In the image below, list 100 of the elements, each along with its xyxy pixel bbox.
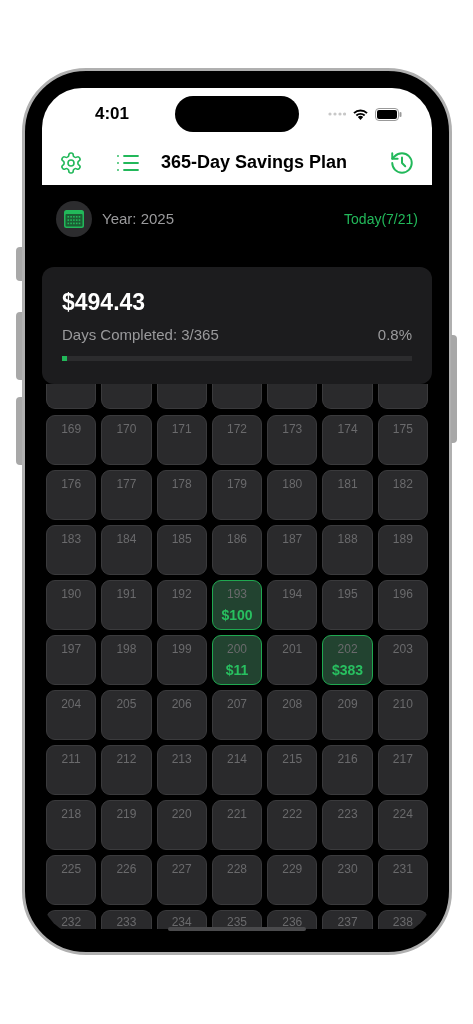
day-cell[interactable]: 185 xyxy=(156,525,207,575)
day-cell[interactable]: 190 xyxy=(46,580,97,630)
day-cell[interactable]: 228 xyxy=(211,855,263,905)
day-cell[interactable]: 226 xyxy=(101,855,152,905)
day-cell[interactable]: 225 xyxy=(46,855,97,905)
day-cell[interactable]: 231 xyxy=(377,855,428,905)
day-number: 198 xyxy=(116,642,137,656)
day-cell[interactable]: 217 xyxy=(377,745,428,795)
day-cell[interactable]: 215 xyxy=(267,745,318,795)
day-cell[interactable] xyxy=(101,384,152,409)
day-cell[interactable]: 213 xyxy=(156,745,207,795)
day-number: 171 xyxy=(171,422,192,436)
day-cell[interactable]: 175 xyxy=(377,415,428,465)
day-cell[interactable]: 224 xyxy=(377,800,428,850)
day-cell[interactable]: 232 xyxy=(46,910,97,929)
day-cell[interactable]: 221 xyxy=(211,800,263,850)
day-cell[interactable]: 238 xyxy=(377,910,428,929)
day-cell[interactable]: 205 xyxy=(101,690,152,740)
day-cell[interactable]: 211 xyxy=(46,745,97,795)
day-number: 225 xyxy=(61,862,82,876)
day-cell[interactable]: 194 xyxy=(267,580,318,630)
day-cell[interactable]: 203 xyxy=(377,635,428,685)
day-number: 190 xyxy=(61,587,82,601)
day-number: 173 xyxy=(282,422,303,436)
day-cell[interactable]: 181 xyxy=(322,470,373,520)
day-cell[interactable]: 171 xyxy=(156,415,207,465)
day-cell[interactable]: 179 xyxy=(211,470,263,520)
day-cell[interactable]: 178 xyxy=(156,470,207,520)
day-cell[interactable]: 170 xyxy=(101,415,152,465)
day-cell[interactable]: 180 xyxy=(267,470,318,520)
day-number: 218 xyxy=(61,807,82,821)
day-cell[interactable] xyxy=(46,384,97,409)
day-number: 169 xyxy=(61,422,82,436)
day-cell[interactable]: 197 xyxy=(46,635,97,685)
day-cell[interactable]: 208 xyxy=(267,690,318,740)
day-cell[interactable] xyxy=(267,384,318,409)
day-cell[interactable]: 223 xyxy=(322,800,373,850)
day-number: 213 xyxy=(171,752,192,766)
day-cell[interactable]: 219 xyxy=(101,800,152,850)
day-number: 229 xyxy=(282,862,303,876)
day-cell[interactable]: 220 xyxy=(156,800,207,850)
day-cell[interactable]: 183 xyxy=(46,525,97,575)
day-cell[interactable] xyxy=(211,384,263,409)
day-cell[interactable]: 177 xyxy=(101,470,152,520)
day-cell[interactable]: 234 xyxy=(156,910,207,929)
day-cell[interactable]: 187 xyxy=(267,525,318,575)
day-cell[interactable]: 173 xyxy=(267,415,318,465)
day-cell[interactable]: 196 xyxy=(377,580,428,630)
day-cell[interactable]: 207 xyxy=(211,690,263,740)
day-cell[interactable]: 174 xyxy=(322,415,373,465)
day-cell[interactable]: 212 xyxy=(101,745,152,795)
day-number: 222 xyxy=(282,807,303,821)
day-cell[interactable]: 229 xyxy=(267,855,318,905)
day-cell[interactable]: 227 xyxy=(156,855,207,905)
day-cell[interactable]: 201 xyxy=(267,635,318,685)
day-cell[interactable]: 237 xyxy=(322,910,373,929)
today-link[interactable]: Today(7/21) xyxy=(344,208,418,230)
day-cell[interactable]: 176 xyxy=(46,470,97,520)
day-cell[interactable]: 193 $100 xyxy=(211,580,263,630)
day-cell[interactable]: 209 xyxy=(322,690,373,740)
day-cell[interactable] xyxy=(377,384,428,409)
day-number: 211 xyxy=(61,752,81,766)
day-cell[interactable]: 222 xyxy=(267,800,318,850)
day-cell[interactable]: 172 xyxy=(211,415,263,465)
day-cell[interactable]: 218 xyxy=(46,800,97,850)
day-cell[interactable]: 169 xyxy=(46,415,97,465)
day-cell[interactable]: 182 xyxy=(377,470,428,520)
settings-button[interactable] xyxy=(58,149,84,176)
day-number: 197 xyxy=(61,642,82,656)
day-number: 183 xyxy=(61,532,82,546)
day-cell[interactable]: 184 xyxy=(101,525,152,575)
day-cell[interactable]: 199 xyxy=(156,635,207,685)
day-number: 220 xyxy=(171,807,192,821)
day-cell[interactable] xyxy=(322,384,373,409)
day-number: 204 xyxy=(61,697,82,711)
day-cell[interactable]: 195 xyxy=(322,580,373,630)
day-cell[interactable]: 233 xyxy=(101,910,152,929)
day-cell[interactable]: 210 xyxy=(377,690,428,740)
day-number: 233 xyxy=(116,915,137,929)
day-number: 205 xyxy=(116,697,137,711)
day-number: 221 xyxy=(226,807,247,821)
day-cell[interactable] xyxy=(156,384,207,409)
day-cell[interactable]: 200 $11 xyxy=(211,635,263,685)
day-number: 182 xyxy=(392,477,413,491)
day-cell[interactable]: 191 xyxy=(101,580,152,630)
day-cell[interactable]: 186 xyxy=(211,525,263,575)
total-amount: $494.43 xyxy=(62,289,147,315)
day-cell[interactable]: 192 xyxy=(156,580,207,630)
day-number: 216 xyxy=(337,752,358,766)
day-cell[interactable]: 204 xyxy=(46,690,97,740)
day-cell[interactable]: 198 xyxy=(101,635,152,685)
day-cell[interactable]: 230 xyxy=(322,855,373,905)
day-cell[interactable]: 216 xyxy=(322,745,373,795)
day-cell[interactable]: 236 xyxy=(267,910,318,929)
day-cell[interactable]: 188 xyxy=(322,525,373,575)
day-cell[interactable]: 202 $383 xyxy=(322,635,373,685)
day-cell[interactable]: 214 xyxy=(211,745,263,795)
day-number: 181 xyxy=(337,477,358,491)
day-cell[interactable]: 206 xyxy=(156,690,207,740)
day-cell[interactable]: 189 xyxy=(377,525,428,575)
